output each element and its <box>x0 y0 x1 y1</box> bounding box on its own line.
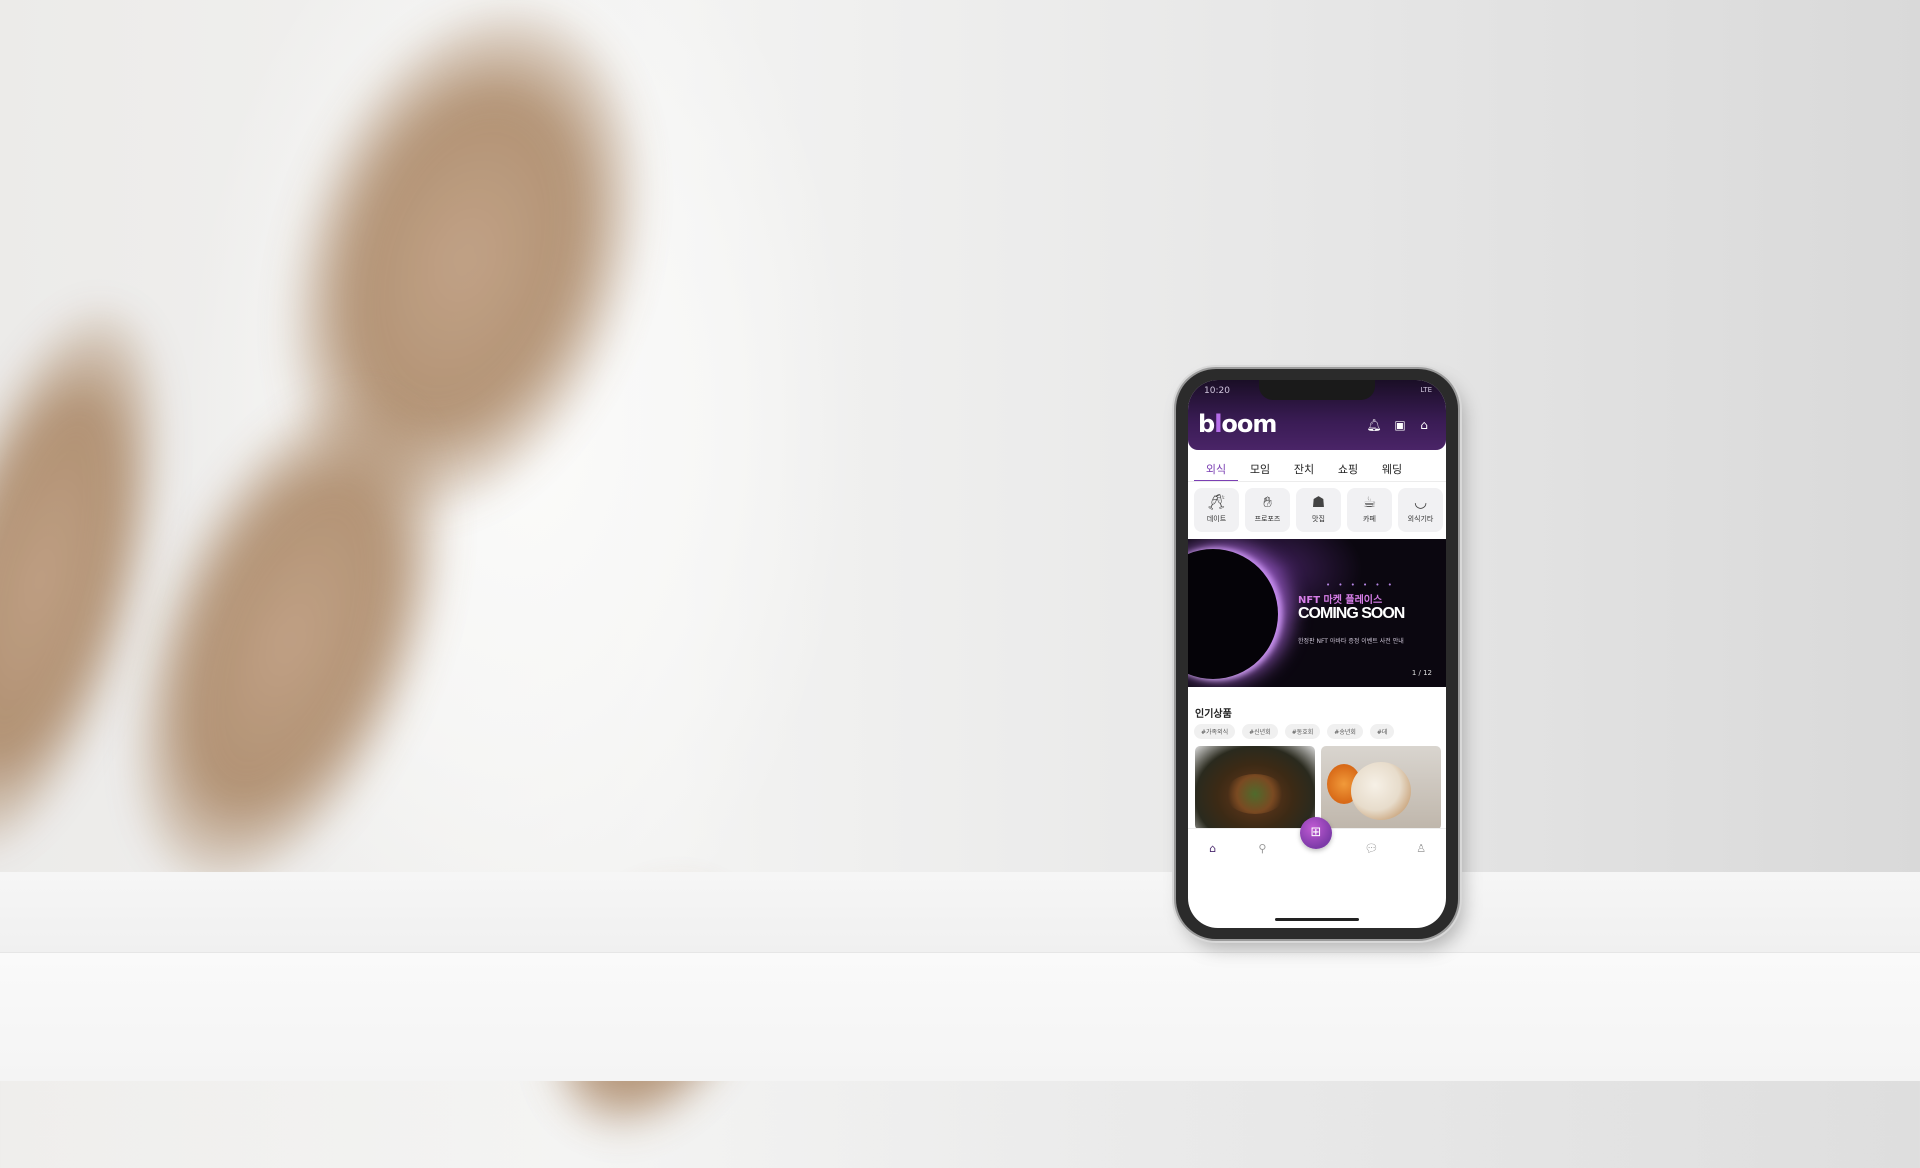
shopping-bag-icon[interactable]: ⌂ <box>1416 417 1432 433</box>
subcategory-other[interactable]: ◡ 외식기타 <box>1398 488 1443 532</box>
subcategory-label: 맛집 <box>1312 515 1325 523</box>
banner-description: 한정판 NFT 아바타 증정 이벤트 사전 안내 <box>1298 638 1404 645</box>
bottom-nav: ⌂ ⚲ 💬︎ ♙ ⊞ <box>1188 817 1446 867</box>
tag-list: #가족외식 #신년회 #동호회 #송년회 #데 <box>1194 724 1446 739</box>
bowl-icon: ◡ <box>1413 493 1428 511</box>
proposal-icon: ✋︎ <box>1263 493 1272 511</box>
shelf-surface <box>0 872 1920 954</box>
tag-chip[interactable]: #동호회 <box>1284 724 1321 739</box>
banner-dots: • • • • • • <box>1326 581 1395 589</box>
phone-notch <box>1259 380 1375 400</box>
product-card-image[interactable] <box>1321 746 1441 830</box>
banner-title: COMING SOON <box>1298 605 1405 622</box>
tag-chip[interactable]: #신년회 <box>1242 724 1278 739</box>
subcategory-label: 카페 <box>1363 515 1376 523</box>
cafe-drink-icon: ☕︎ <box>1362 493 1377 511</box>
banner-page-indicator: 1 / 12 <box>1411 669 1432 677</box>
profile-icon[interactable]: ♙ <box>1406 842 1436 855</box>
promo-banner[interactable]: • • • • • • NFT 마켓 플레이스 COMING SOON 한정판 … <box>1188 539 1446 687</box>
tab-shopping[interactable]: 쇼핑 <box>1326 460 1370 482</box>
bell-icon[interactable]: 🔔︎ <box>1366 417 1382 433</box>
tab-gathering[interactable]: 모임 <box>1238 460 1282 482</box>
subcategory-proposal[interactable]: ✋︎ 프로포즈 <box>1245 488 1290 532</box>
wine-glass-icon: 🥂︎ <box>1206 493 1227 511</box>
chat-icon[interactable]: 💬︎ <box>1357 842 1387 855</box>
subcategory-date[interactable]: 🥂︎ 데이트 <box>1194 488 1239 532</box>
subcategory-restaurant[interactable]: ☗ 맛집 <box>1296 488 1341 532</box>
phone-screen: 10:20 LTE bloom 🔔︎ ▣ ⌂ 외식 모임 잔치 쇼핑 웨딩 🥂︎… <box>1188 380 1446 928</box>
shelf-front <box>0 952 1920 1081</box>
grid-menu-icon[interactable]: ⊞ <box>1300 817 1332 849</box>
tag-chip[interactable]: #송년회 <box>1327 724 1363 739</box>
banner-subtitle: NFT 마켓 플레이스 <box>1298 595 1383 606</box>
home-indicator <box>1275 918 1359 921</box>
subcategory-label: 외식기타 <box>1407 515 1434 523</box>
subcategory-cafe[interactable]: ☕︎ 카페 <box>1347 488 1392 532</box>
tab-wedding[interactable]: 웨딩 <box>1370 460 1414 482</box>
location-pin-icon[interactable]: ⚲ <box>1247 842 1277 855</box>
tag-chip[interactable]: #가족외식 <box>1194 724 1236 739</box>
popular-section-title: 인기상품 <box>1195 709 1232 720</box>
category-tabs: 외식 모임 잔치 쇼핑 웨딩 <box>1194 460 1444 482</box>
tag-chip[interactable]: #데 <box>1369 724 1395 739</box>
bloom-logo[interactable]: bloom <box>1198 410 1277 438</box>
subcategory-list: 🥂︎ 데이트 ✋︎ 프로포즈 ☗ 맛집 ☕︎ 카페 ◡ 외식기타 <box>1194 488 1446 532</box>
status-signal: LTE <box>1420 386 1432 394</box>
tab-divider <box>1188 481 1446 482</box>
home-icon[interactable]: ⌂ <box>1198 842 1228 855</box>
subcategory-label: 데이트 <box>1206 515 1227 523</box>
coupon-icon[interactable]: ▣ <box>1392 417 1408 433</box>
phone-device: 10:20 LTE bloom 🔔︎ ▣ ⌂ 외식 모임 잔치 쇼핑 웨딩 🥂︎… <box>1176 369 1458 939</box>
status-time: 10:20 <box>1204 386 1230 396</box>
subcategory-label: 프로포즈 <box>1254 515 1281 523</box>
tab-party[interactable]: 잔치 <box>1282 460 1326 482</box>
product-card-image[interactable] <box>1195 746 1315 830</box>
chef-hat-icon: ☗ <box>1311 493 1326 511</box>
tab-dining[interactable]: 외식 <box>1194 460 1238 482</box>
